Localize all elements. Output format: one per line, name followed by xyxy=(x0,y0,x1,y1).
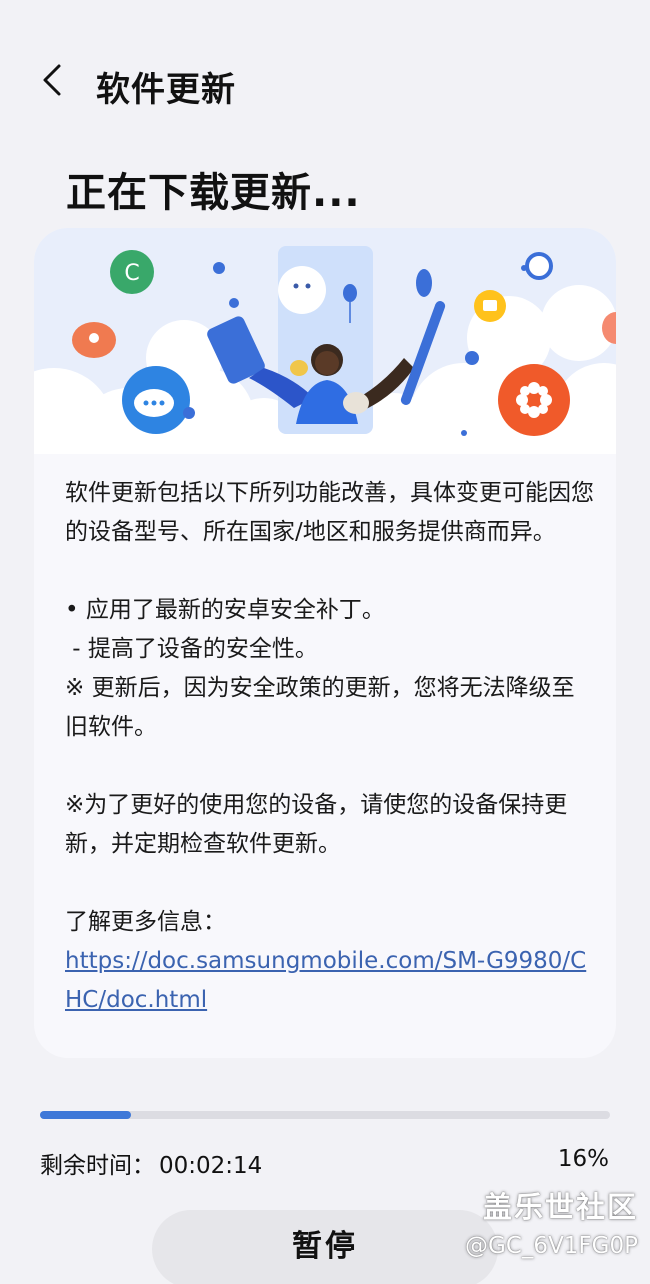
app-header: 软件更新 xyxy=(0,40,650,130)
update-description: 软件更新包括以下所列功能改善，具体变更可能因您的设备型号、所在国家/地区和服务提… xyxy=(65,474,595,1020)
update-illustration: C xyxy=(34,228,616,454)
download-status-title: 正在下载更新... xyxy=(66,170,361,216)
progress-percent: 16% xyxy=(557,1146,609,1172)
note-no-downgrade: ※ 更新后，因为安全政策的更新，您将无法降级至旧软件。 xyxy=(65,675,575,740)
pause-button[interactable]: 暂停 xyxy=(152,1210,498,1284)
intro-text: 软件更新包括以下所列功能改善，具体变更可能因您的设备型号、所在国家/地区和服务提… xyxy=(65,480,594,545)
header-title: 软件更新 xyxy=(96,70,236,110)
bullet-security-patch: • 应用了最新的安卓安全补丁。 xyxy=(65,597,385,623)
remaining-time-value: 00:02:14 xyxy=(159,1153,263,1179)
more-info-label: 了解更多信息： xyxy=(65,909,226,935)
remaining-time: 剩余时间： 00:02:14 xyxy=(40,1146,262,1180)
download-progress-fill xyxy=(40,1111,132,1119)
download-progress-bar xyxy=(40,1111,610,1119)
svg-text:C: C xyxy=(124,261,139,286)
tip-keep-updated: ※为了更好的使用您的设备，请使您的设备保持更新，并定期检查软件更新。 xyxy=(65,792,568,857)
update-info-card[interactable]: C 软件更新包括以下所列功能改善，具体变更可能因您的设备型号、所在国家/地区和服… xyxy=(34,228,616,1058)
more-info-link[interactable]: https://doc.samsungmobile.com/SM-G9980/C… xyxy=(65,948,586,1013)
watermark-community: 盖乐世社区 xyxy=(482,1190,638,1224)
remaining-time-label: 剩余时间： xyxy=(40,1153,155,1179)
sub-security-improved: - 提高了设备的安全性。 xyxy=(65,636,318,662)
back-button[interactable] xyxy=(32,58,76,102)
back-arrow-icon xyxy=(43,64,61,96)
watermark-user: @GC_6V1FG0P xyxy=(465,1233,638,1259)
